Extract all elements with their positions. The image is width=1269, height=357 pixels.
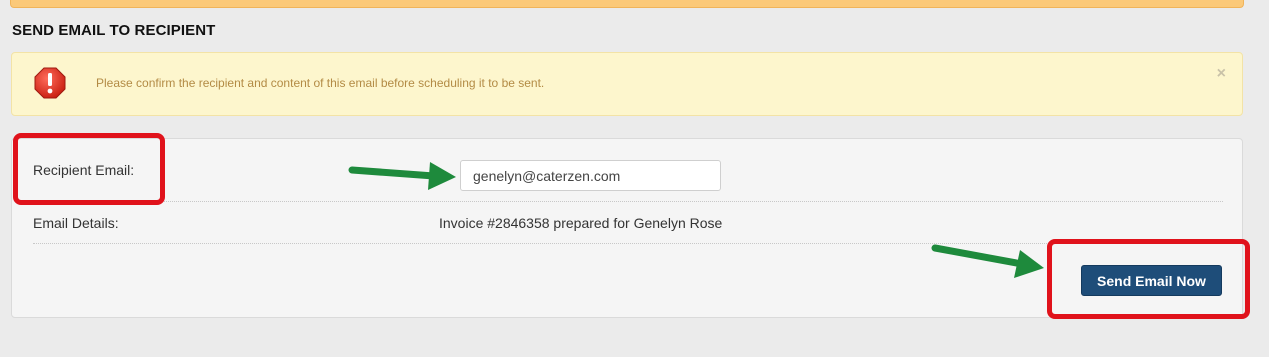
annotation-arrow-to-send-button [931,244,1044,278]
page: SEND EMAIL TO RECIPIENT Please confirm t… [0,0,1269,357]
row-divider [33,201,1223,202]
recipient-email-input[interactable] [460,160,721,191]
close-icon[interactable]: × [1217,66,1226,82]
annotation-arrow-to-email-input [348,162,456,190]
email-details-label: Email Details: [33,215,119,231]
annotation-highlight-send-button [1047,239,1250,319]
email-details-value: Invoice #2846358 prepared for Genelyn Ro… [439,215,723,231]
confirmation-alert: Please confirm the recipient and content… [11,52,1243,116]
alert-message: Please confirm the recipient and content… [96,76,545,90]
top-banner [10,0,1244,8]
exclamation-octagon-icon [34,67,66,99]
page-title: SEND EMAIL TO RECIPIENT [12,22,216,39]
annotation-highlight-recipient-label [13,133,165,205]
